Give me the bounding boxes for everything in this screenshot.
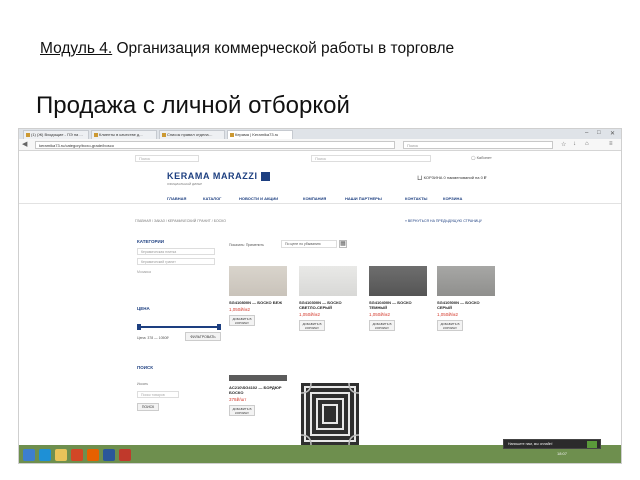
browser-tab-active[interactable]: Керама | Keramika73.ru <box>227 130 293 139</box>
product-search-input[interactable]: Поиск товаров <box>137 391 179 398</box>
chat-notification[interactable]: Напишите нам, мы онлайн! <box>503 439 601 449</box>
browser-tab[interactable]: (1) (Ж) Входящие - ПЭ на ... <box>23 130 89 139</box>
menu-item-company[interactable]: КОМПАНИЯ <box>303 196 326 201</box>
browser-tab-bar: (1) (Ж) Входящие - ПЭ на ... Клиенты в к… <box>19 129 621 139</box>
product-card[interactable]: AC210\SG4102 — БОРДЮР БОСКО 378₽/шт ДОБА… <box>229 375 287 416</box>
browser-search-input[interactable]: Поиск <box>403 141 553 149</box>
maximize-icon[interactable]: □ <box>597 130 601 136</box>
brand-mark-icon <box>260 172 270 182</box>
web-page: Поиск Поиск ◯ Кабинет KERAMA MARAZZI ОФИ… <box>19 151 621 445</box>
categories-heading: КАТЕГОРИИ <box>137 239 164 244</box>
category-link[interactable]: Мозаика <box>137 270 151 274</box>
price-slider-track[interactable] <box>137 326 221 328</box>
office-icon[interactable] <box>71 449 83 461</box>
product-image[interactable] <box>229 266 287 296</box>
brand-logo[interactable]: KERAMA MARAZZI ОФИЦИАЛЬНЫЙ ДИЛЕР <box>167 171 270 186</box>
firefox-icon[interactable] <box>87 449 99 461</box>
address-bar[interactable]: keramika73.ru/category/boxo-grade/bosco <box>35 141 395 149</box>
back-link[interactable]: « ВЕРНУТЬСЯ НА ПРЕДЫДУЩУЮ СТРАНИЦУ <box>405 219 482 223</box>
account-link[interactable]: ◯ Кабинет <box>471 155 492 160</box>
add-to-cart-button[interactable]: ДОБАВИТЬ В КОРЗИНУ <box>437 320 463 331</box>
decor-pattern-icon <box>301 383 359 445</box>
product-name[interactable]: SG410500N — БОСКО СЕРЫЙ <box>437 300 495 310</box>
search-button[interactable]: ПОИСК <box>137 403 159 411</box>
product-price: 378₽/шт <box>229 397 247 402</box>
product-price: 1,050₽/м2 <box>437 312 458 317</box>
cart-icon: ⊔ <box>417 175 423 182</box>
sort-select[interactable]: По цене по убыванию <box>281 240 337 248</box>
grid-view-icon[interactable]: ▦ <box>339 240 347 248</box>
menu-item-catalog[interactable]: КАТАЛОГ <box>203 196 221 201</box>
add-to-cart-button[interactable]: ДОБАВИТЬ В КОРЗИНУ <box>299 320 325 331</box>
product-image[interactable] <box>229 375 287 381</box>
module-label: Модуль 4. <box>40 40 113 57</box>
product-image[interactable] <box>299 266 357 296</box>
site-search-field[interactable]: Поиск <box>311 155 431 162</box>
product-card[interactable]: SG410800N — БОСКО БЕЖ 1,050₽/м2 ДОБАВИТЬ… <box>229 266 287 326</box>
module-text: Организация коммерческой работы в торгов… <box>112 40 455 57</box>
product-card[interactable]: SG410300N — БОСКО СВЕТЛО-СЕРЫЙ 1,050₽/м2… <box>299 266 357 331</box>
product-card[interactable]: SG410500N — БОСКО СЕРЫЙ 1,050₽/м2 ДОБАВИ… <box>437 266 495 331</box>
product-image[interactable] <box>369 266 427 296</box>
add-to-cart-button[interactable]: ДОБАВИТЬ В КОРЗИНУ <box>229 405 255 416</box>
star-icon[interactable]: ☆ <box>561 141 566 148</box>
download-icon[interactable]: ↓ <box>573 141 576 147</box>
product-name[interactable]: AC210\SG4102 — БОРДЮР БОСКО <box>229 385 287 395</box>
product-card[interactable]: SG410400N — БОСКО ТЕМНЫЙ 1,050₽/м2 ДОБАВ… <box>369 266 427 331</box>
filter-button[interactable]: ФИЛЬТРОВАТЬ <box>185 332 221 341</box>
search-label: Искать <box>137 382 149 386</box>
browser-tab[interactable]: Список правил отдела… <box>159 130 225 139</box>
app-icon[interactable] <box>119 449 131 461</box>
folder-icon[interactable] <box>55 449 67 461</box>
product-image[interactable] <box>437 266 495 296</box>
menu-item-contacts[interactable]: КОНТАКТЫ <box>405 196 427 201</box>
main-menu: ГЛАВНАЯ КАТАЛОГ НОВОСТИ И АКЦИИ КОМПАНИЯ… <box>19 196 621 204</box>
brand-name: KERAMA MARAZZI <box>167 171 258 181</box>
ie-icon[interactable] <box>39 449 51 461</box>
add-to-cart-button[interactable]: ДОБАВИТЬ В КОРЗИНУ <box>229 315 255 326</box>
favicon-icon <box>26 133 30 137</box>
price-slider-max-handle[interactable] <box>217 324 221 330</box>
product-price: 1,050₽/м2 <box>229 307 250 312</box>
price-range-text: Цена: 378 — 1050₽ <box>137 336 169 340</box>
minimize-icon[interactable]: – <box>585 130 588 136</box>
browser-nav-bar: ◀ keramika73.ru/category/boxo-grade/bosc… <box>19 139 621 151</box>
product-name[interactable]: SG410400N — БОСКО ТЕМНЫЙ <box>369 300 427 310</box>
product-image-pattern[interactable] <box>301 383 359 445</box>
start-icon[interactable] <box>23 449 35 461</box>
sort-label: Показать: Применить <box>229 243 264 247</box>
favicon-icon <box>230 133 234 137</box>
search-heading: ПОИСК <box>137 365 153 370</box>
menu-item-news[interactable]: НОВОСТИ И АКЦИИ <box>239 196 278 201</box>
cart-summary[interactable]: ⊔ КОРЗИНА 0 наименований на 0 ₽ <box>417 174 486 182</box>
category-select[interactable]: Керамический гранит <box>137 258 215 265</box>
category-select[interactable]: Керамическая плитка <box>137 248 215 255</box>
product-name[interactable]: SG410300N — БОСКО СВЕТЛО-СЕРЫЙ <box>299 300 357 310</box>
home-icon[interactable]: ⌂ <box>585 141 589 147</box>
menu-item-home[interactable]: ГЛАВНАЯ <box>167 196 186 201</box>
browser-screenshot: (1) (Ж) Входящие - ПЭ на ... Клиенты в к… <box>18 128 622 464</box>
slide-title: Продажа с личной отборкой <box>36 92 350 119</box>
brand-subtitle: ОФИЦИАЛЬНЫЙ ДИЛЕР <box>167 182 203 187</box>
close-icon[interactable]: ✕ <box>610 130 615 137</box>
breadcrumb[interactable]: ГЛАВНАЯ / ЗАКАЗ / КЕРАМИЧЕСКИЙ ГРАНИТ / … <box>135 219 226 223</box>
price-heading: ЦЕНА <box>137 306 150 311</box>
product-name[interactable]: SG410800N — БОСКО БЕЖ <box>229 300 287 305</box>
slide-module-header: Модуль 4. Организация коммерческой работ… <box>40 40 454 58</box>
menu-item-partners[interactable]: НАШИ ПАРТНЕРЫ <box>345 196 382 201</box>
price-slider-min-handle[interactable] <box>137 324 141 330</box>
favicon-icon <box>94 133 98 137</box>
favicon-icon <box>162 133 166 137</box>
menu-icon[interactable]: ≡ <box>609 141 613 147</box>
add-to-cart-button[interactable]: ДОБАВИТЬ В КОРЗИНУ <box>369 320 395 331</box>
back-arrow-icon[interactable]: ◀ <box>22 141 27 149</box>
product-price: 1,050₽/м2 <box>369 312 390 317</box>
browser-tab[interactable]: Клиенты в качестве д... <box>91 130 157 139</box>
site-search-input[interactable]: Поиск <box>135 155 199 162</box>
chat-icon <box>587 441 597 448</box>
menu-item-cart[interactable]: КОРЗИНА <box>443 196 462 201</box>
tray-clock[interactable]: 18:07 <box>557 451 567 456</box>
word-icon[interactable] <box>103 449 115 461</box>
product-price: 1,050₽/м2 <box>299 312 320 317</box>
